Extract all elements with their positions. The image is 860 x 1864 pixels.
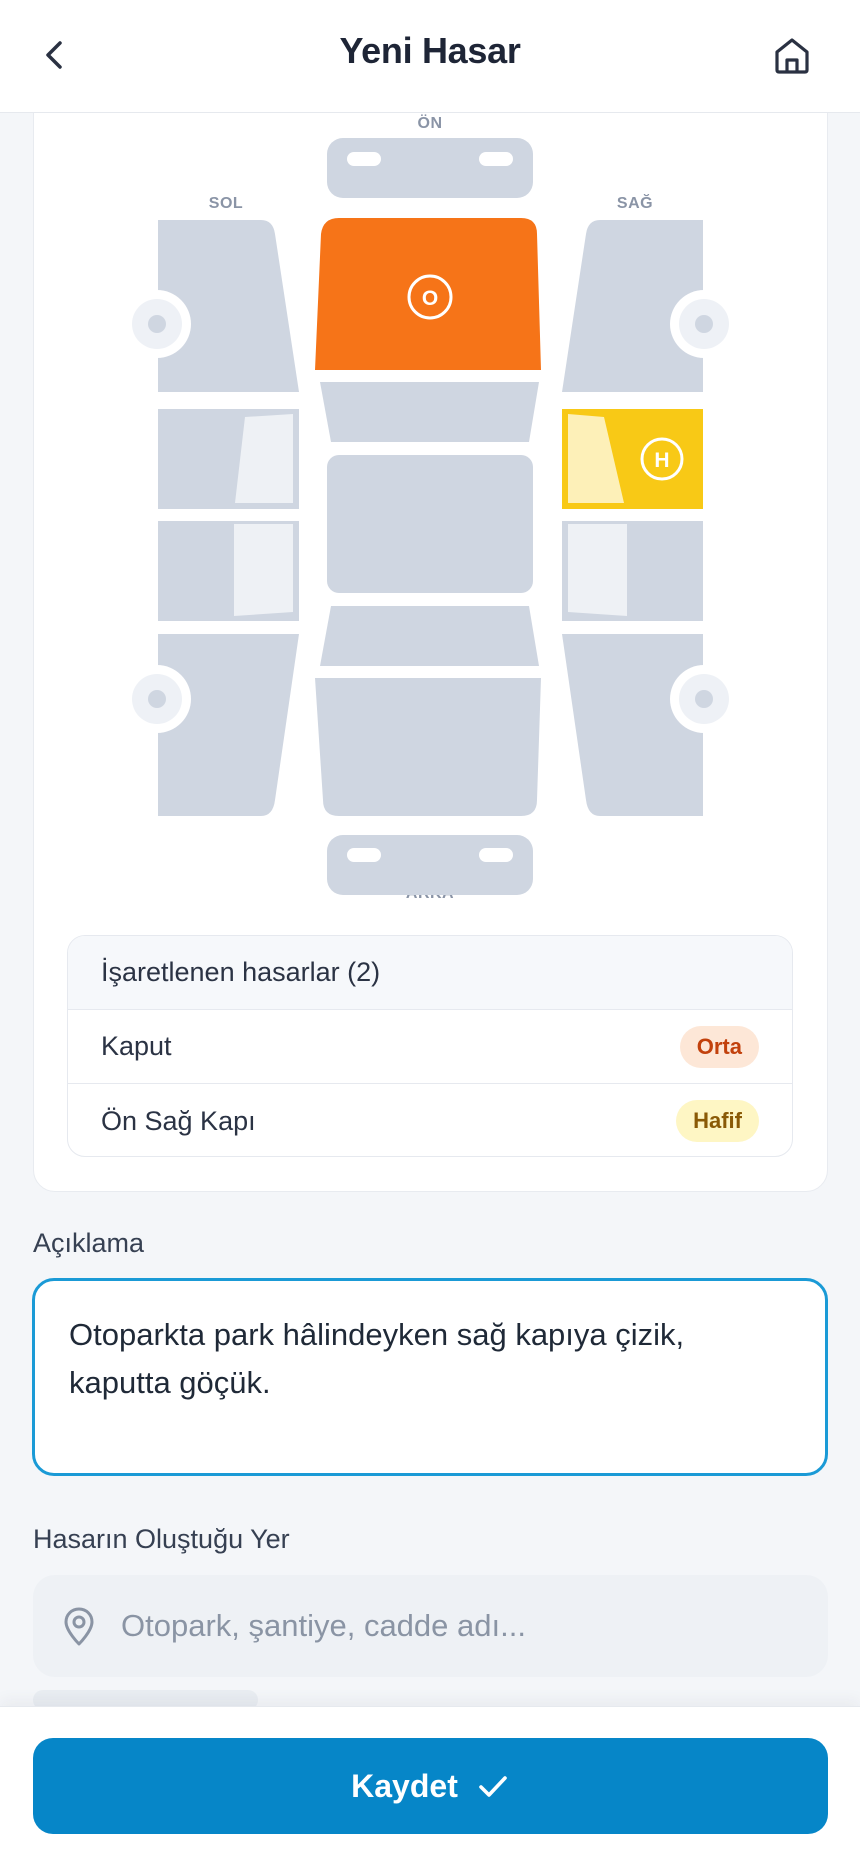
damage-part-name: Kaput	[101, 1031, 172, 1061]
right-rear-fender-part[interactable]	[562, 634, 703, 816]
right-front-wheel	[670, 290, 738, 358]
location-placeholder: Otopark, şantiye, cadde adı...	[121, 1608, 526, 1643]
trunk-part[interactable]	[315, 678, 541, 816]
left-front-door-part[interactable]	[158, 409, 299, 509]
bottom-action-bar: Kaydet	[0, 1706, 860, 1864]
hood-severity-badge: O	[422, 287, 438, 310]
damage-list-item[interactable]: Kaput Orta	[68, 1010, 792, 1084]
page-title: Yeni Hasar	[339, 30, 521, 71]
damage-list-item[interactable]: Ön Sağ Kapı Hafif	[68, 1084, 792, 1156]
car-damage-diagram: ÖN SOL SAĞ ARKA O	[123, 113, 738, 902]
top-app-bar: Yeni Hasar	[0, 0, 860, 113]
description-label: Açıklama	[33, 1228, 145, 1258]
roof-part[interactable]	[327, 455, 533, 593]
severity-badge: Orta	[679, 1025, 759, 1068]
damage-part-name: Ön Sağ Kapı	[101, 1105, 256, 1136]
location-input[interactable]: Otopark, şantiye, cadde adı...	[33, 1575, 828, 1677]
right-front-door-part[interactable]: H	[562, 409, 703, 509]
left-rear-wheel	[123, 665, 191, 733]
front-bumper-part[interactable]	[327, 138, 533, 198]
right-front-door-severity-badge: H	[654, 449, 669, 472]
marked-damages-title: İşaretlenen hasarlar (2)	[68, 936, 792, 1010]
left-rear-fender-part[interactable]	[158, 634, 299, 816]
windshield-part[interactable]	[320, 382, 539, 442]
right-rear-wheel	[670, 665, 738, 733]
home-icon	[775, 38, 809, 74]
severity-badge: Hafif	[676, 1100, 759, 1142]
save-button-label: Kaydet	[351, 1767, 458, 1804]
right-rear-door-part[interactable]	[562, 521, 703, 621]
save-button[interactable]: Kaydet	[33, 1738, 828, 1834]
right-label: SAĞ	[617, 193, 653, 212]
front-label: ÖN	[418, 113, 443, 132]
left-rear-door-part[interactable]	[158, 521, 299, 621]
rear-window-part[interactable]	[320, 606, 539, 666]
left-label: SOL	[209, 195, 243, 212]
marked-damages-list: İşaretlenen hasarlar (2) Kaput Orta Ön S…	[67, 935, 793, 1157]
hood-part[interactable]: O	[315, 218, 541, 370]
map-pin-icon	[64, 1607, 94, 1646]
rear-bumper-part[interactable]	[327, 835, 533, 895]
check-icon	[479, 1776, 507, 1797]
description-textarea[interactable]: Otoparkta park hâlindeyken sağ kapıya çi…	[32, 1278, 828, 1476]
left-front-wheel	[123, 290, 191, 358]
home-button[interactable]	[770, 30, 814, 80]
location-label: Hasarın Oluştuğu Yer	[33, 1524, 290, 1554]
